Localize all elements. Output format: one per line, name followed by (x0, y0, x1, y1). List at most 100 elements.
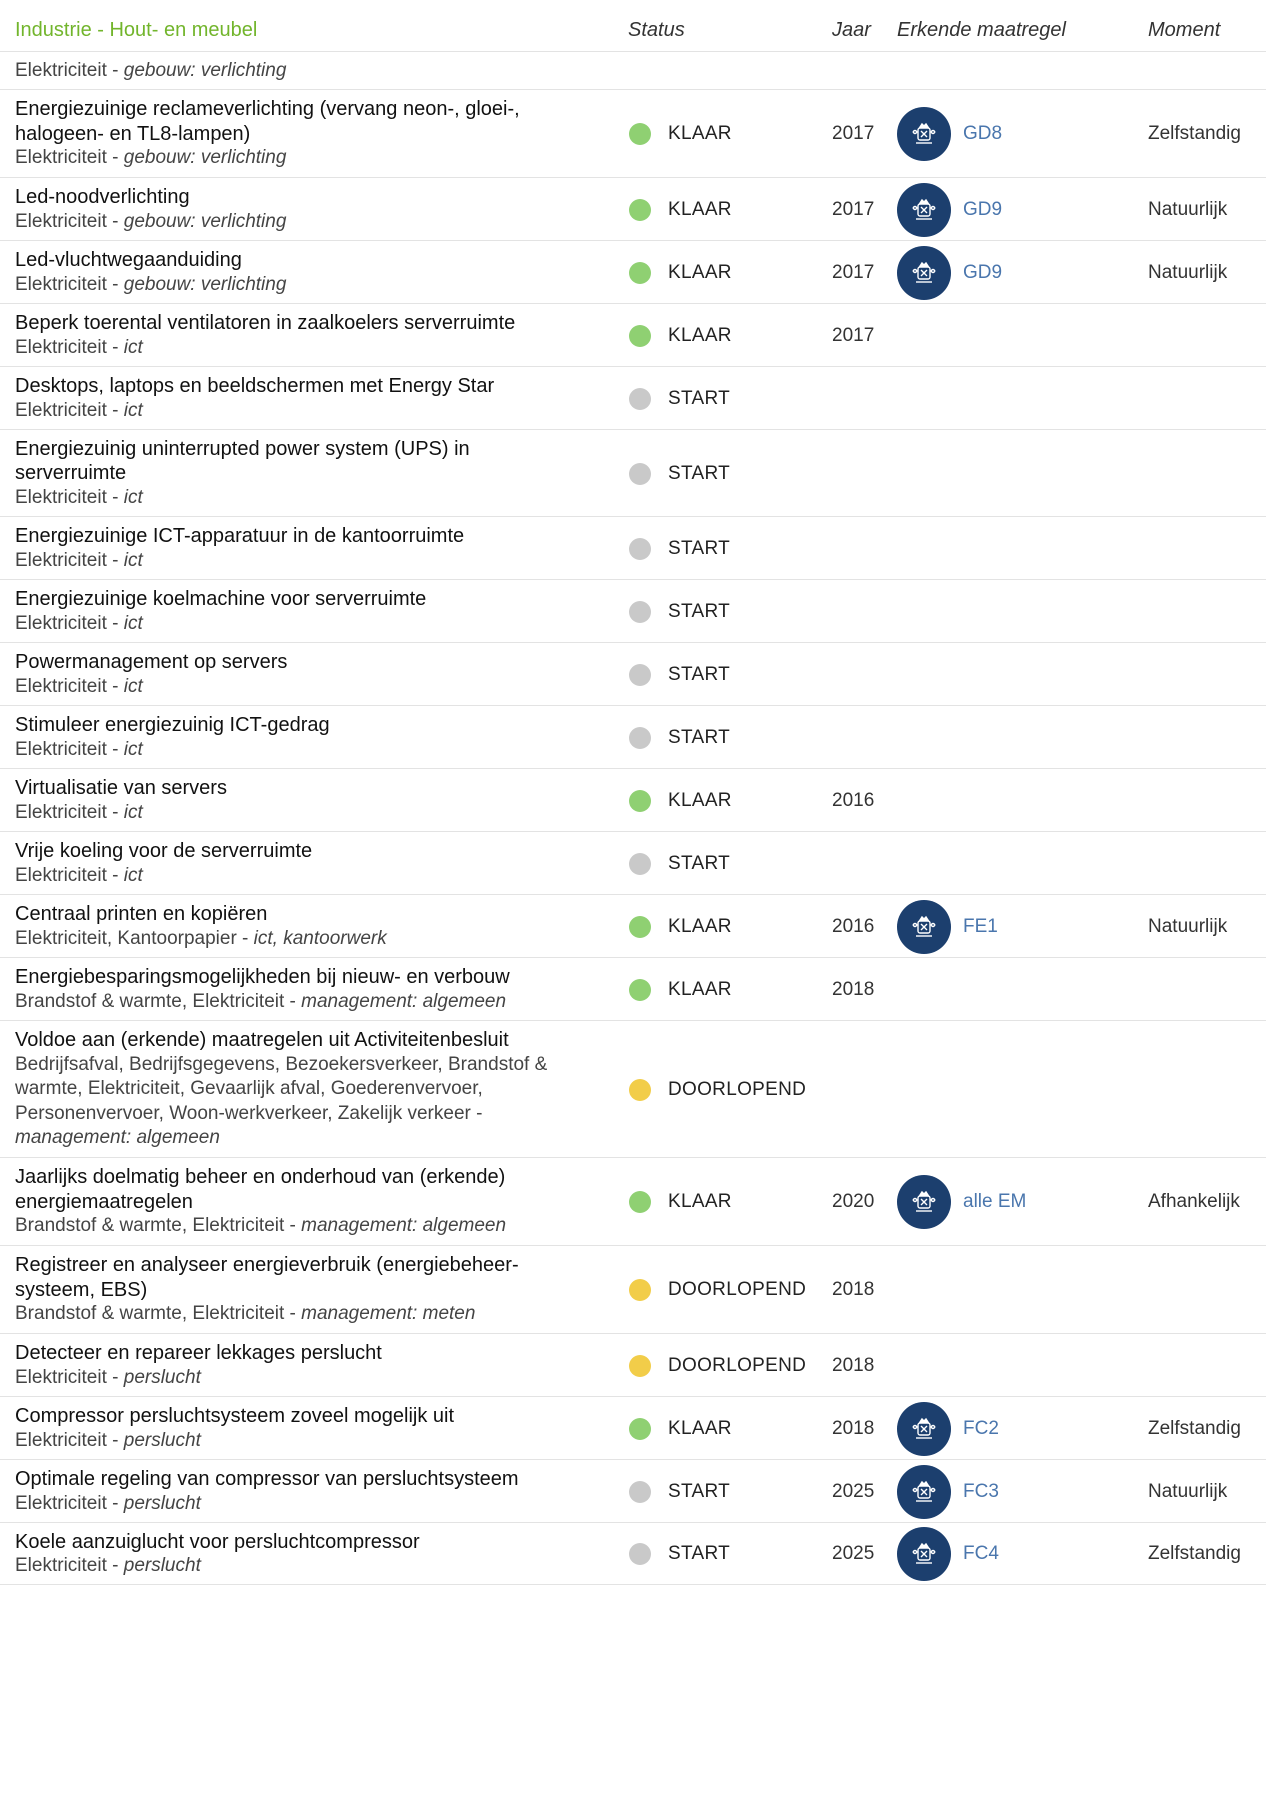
measure-code-link[interactable]: GD8 (963, 123, 1002, 145)
status-label: START (668, 387, 731, 409)
measure-name[interactable]: Beperk toerental ventilatoren in zaalkoe… (15, 311, 605, 336)
measure-name[interactable]: Registreer en analyseer energieverbruik … (15, 1253, 605, 1278)
measure-category: Elektriciteit - ict (15, 864, 143, 886)
measure-category: Elektriciteit - ict (15, 336, 143, 358)
measure-subcategory: management: algemeen (301, 1215, 507, 1237)
column-header-status[interactable]: Status (628, 16, 685, 44)
measure-name[interactable]: Energiezuinige ICT-apparatuur in de kant… (15, 524, 605, 549)
measure-description: Optimale regeling van compressor van per… (15, 1467, 605, 1516)
measure-subcategory: management: meten (301, 1303, 476, 1325)
status-cell: KLAAR (629, 120, 732, 148)
measure-description: Energiezuinige ICT-apparatuur in de kant… (15, 524, 605, 573)
status-cell: START (629, 598, 730, 626)
measure-name[interactable]: Optimale regeling van compressor van per… (15, 1467, 605, 1492)
measure-description: Elektriciteit - gebouw: verlichting (15, 59, 605, 84)
measure-category-main: Elektriciteit (15, 336, 107, 358)
moment-value: Zelfstandig (1148, 123, 1241, 144)
measure-name[interactable]: serverruimte (15, 461, 605, 486)
measure-category-main: Elektriciteit (15, 1492, 107, 1514)
measure-category-main: Elektriciteit (15, 801, 107, 823)
measure-description: Powermanagement op servers Elektriciteit … (15, 650, 605, 699)
measure-name[interactable]: Energiezuinig uninterrupted power system… (15, 437, 605, 462)
measure-subcategory: gebouw: verlichting (123, 147, 287, 169)
measure-code-link[interactable]: FC3 (963, 1481, 999, 1503)
measure-category-main: Elektriciteit (15, 675, 107, 697)
table-row: Jaarlijks doelmatig beheer en onderhoud … (0, 1158, 1266, 1246)
status-cell: START (629, 535, 730, 563)
measure-category: Elektriciteit - gebouw: verlichting (15, 59, 287, 81)
year-value: 2018 (832, 1417, 875, 1439)
measure-name[interactable]: Stimuleer energiezuinig ICT-gedrag (15, 713, 605, 738)
measure-name[interactable]: Compressor persluchtsysteem zoveel mogel… (15, 1404, 605, 1429)
measure-description: Stimuleer energiezuinig ICT-gedrag Elektr… (15, 713, 605, 762)
status-dot-icon (629, 789, 651, 812)
table-row: Stimuleer energiezuinig ICT-gedrag Elektr… (0, 706, 1266, 769)
moment-value: Afhankelijk (1148, 1191, 1240, 1212)
measure-name[interactable]: Detecteer en repareer lekkages perslucht (15, 1341, 605, 1366)
year-value: 2016 (832, 915, 875, 937)
measure-code-link[interactable]: FC2 (963, 1418, 999, 1440)
column-header-year[interactable]: Jaar (832, 16, 871, 44)
measures-table: Industrie - Hout- en meubel Status Jaar … (0, 0, 1266, 1585)
measure-code-link[interactable]: alle EM (963, 1191, 1026, 1213)
measure-category: Brandstof & warmte, Elektriciteit - mana… (15, 1215, 507, 1237)
measure-code-link[interactable]: GD9 (963, 199, 1002, 221)
status-label: KLAAR (668, 789, 732, 811)
measure-description: Energiezuinig uninterrupted power system… (15, 437, 605, 511)
measure-name[interactable]: Desktops, laptops en beeldschermen met E… (15, 374, 605, 399)
status-cell: DOORLOPEND (629, 1276, 806, 1304)
measure-description: Led-noodverlichting Elektriciteit - gebou… (15, 185, 605, 234)
table-body: Elektriciteit - gebouw: verlichting Energ… (0, 52, 1266, 1585)
measure-name[interactable]: energiemaatregelen (15, 1190, 605, 1215)
column-header-measure[interactable]: Erkende maatregel (897, 16, 1066, 44)
table-row: Energiezuinige ICT-apparatuur in de kant… (0, 517, 1266, 580)
measure-category: Brandstof & warmte, Elektriciteit - mana… (15, 1303, 476, 1325)
measure-category: warmte, Elektriciteit, Gevaarlijk afval,… (15, 1078, 483, 1100)
measure-code-link[interactable]: GD9 (963, 262, 1002, 284)
measure-subcategory: ict (123, 864, 143, 886)
measure-category: Personenvervoer, Woon-werkverkeer, Zakel… (15, 1102, 483, 1124)
measure-category: Elektriciteit - perslucht (15, 1429, 201, 1451)
year-value: 2017 (832, 123, 875, 144)
measure-subcategory: ict (123, 801, 143, 823)
status-cell: KLAAR (629, 976, 732, 1004)
measure-name[interactable]: Energiezuinige reclameverlichting (verva… (15, 97, 605, 122)
measure-name[interactable]: Energiebesparingsmogelijkheden bij nieuw… (15, 965, 605, 990)
measure-subcategory: perslucht (123, 1429, 201, 1451)
moment-value: Natuurlijk (1148, 1480, 1228, 1502)
measure-description: Energiebesparingsmogelijkheden bij nieuw… (15, 965, 605, 1014)
measure-category-main: Elektriciteit (15, 864, 107, 886)
government-seal-icon (897, 107, 951, 161)
measure-name[interactable]: Led-noodverlichting (15, 185, 605, 210)
measure-name[interactable]: Voldoe aan (erkende) maatregelen uit Act… (15, 1028, 605, 1053)
moment-value: Natuurlijk (1148, 261, 1228, 283)
status-label: START (668, 600, 731, 622)
recognized-measure: GD9 (897, 245, 1002, 300)
measure-subcategory: management: algemeen (301, 990, 507, 1012)
table-row: Optimale regeling van compressor van per… (0, 1460, 1266, 1523)
measure-category-main: Elektriciteit (15, 1555, 107, 1576)
status-dot-icon (629, 387, 651, 410)
measure-name[interactable]: halogeen- en TL8-lampen) (15, 122, 605, 147)
status-dot-icon (629, 537, 651, 560)
measure-code-link[interactable]: FE1 (963, 916, 998, 938)
measure-name[interactable]: Virtualisatie van servers (15, 776, 605, 801)
measure-name[interactable]: Koele aanzuiglucht voor persluchtcompres… (15, 1530, 605, 1555)
measure-name[interactable]: Powermanagement op servers (15, 650, 605, 675)
government-seal-icon (897, 1464, 951, 1519)
government-seal-icon (897, 1175, 951, 1229)
measure-subcategory: perslucht (123, 1555, 201, 1576)
measure-name[interactable]: systeem, EBS) (15, 1278, 605, 1303)
measure-name[interactable]: Vrije koeling voor de serverruimte (15, 839, 605, 864)
measure-name[interactable]: Jaarlijks doelmatig beheer en onderhoud … (15, 1165, 605, 1190)
status-label: START (668, 537, 731, 559)
year-value: 2017 (832, 198, 875, 220)
table-row: Centraal printen en kopiëren Elektricitei… (0, 895, 1266, 958)
status-dot-icon (629, 324, 651, 347)
measure-name[interactable]: Centraal printen en kopiëren (15, 902, 605, 927)
measure-name[interactable]: Energiezuinige koelmachine voor serverru… (15, 587, 605, 612)
column-header-moment[interactable]: Moment (1148, 16, 1220, 44)
measure-name[interactable]: Led-vluchtwegaanduiding (15, 248, 605, 273)
measure-code-link[interactable]: FC4 (963, 1543, 999, 1565)
year-value: 2025 (832, 1543, 875, 1564)
